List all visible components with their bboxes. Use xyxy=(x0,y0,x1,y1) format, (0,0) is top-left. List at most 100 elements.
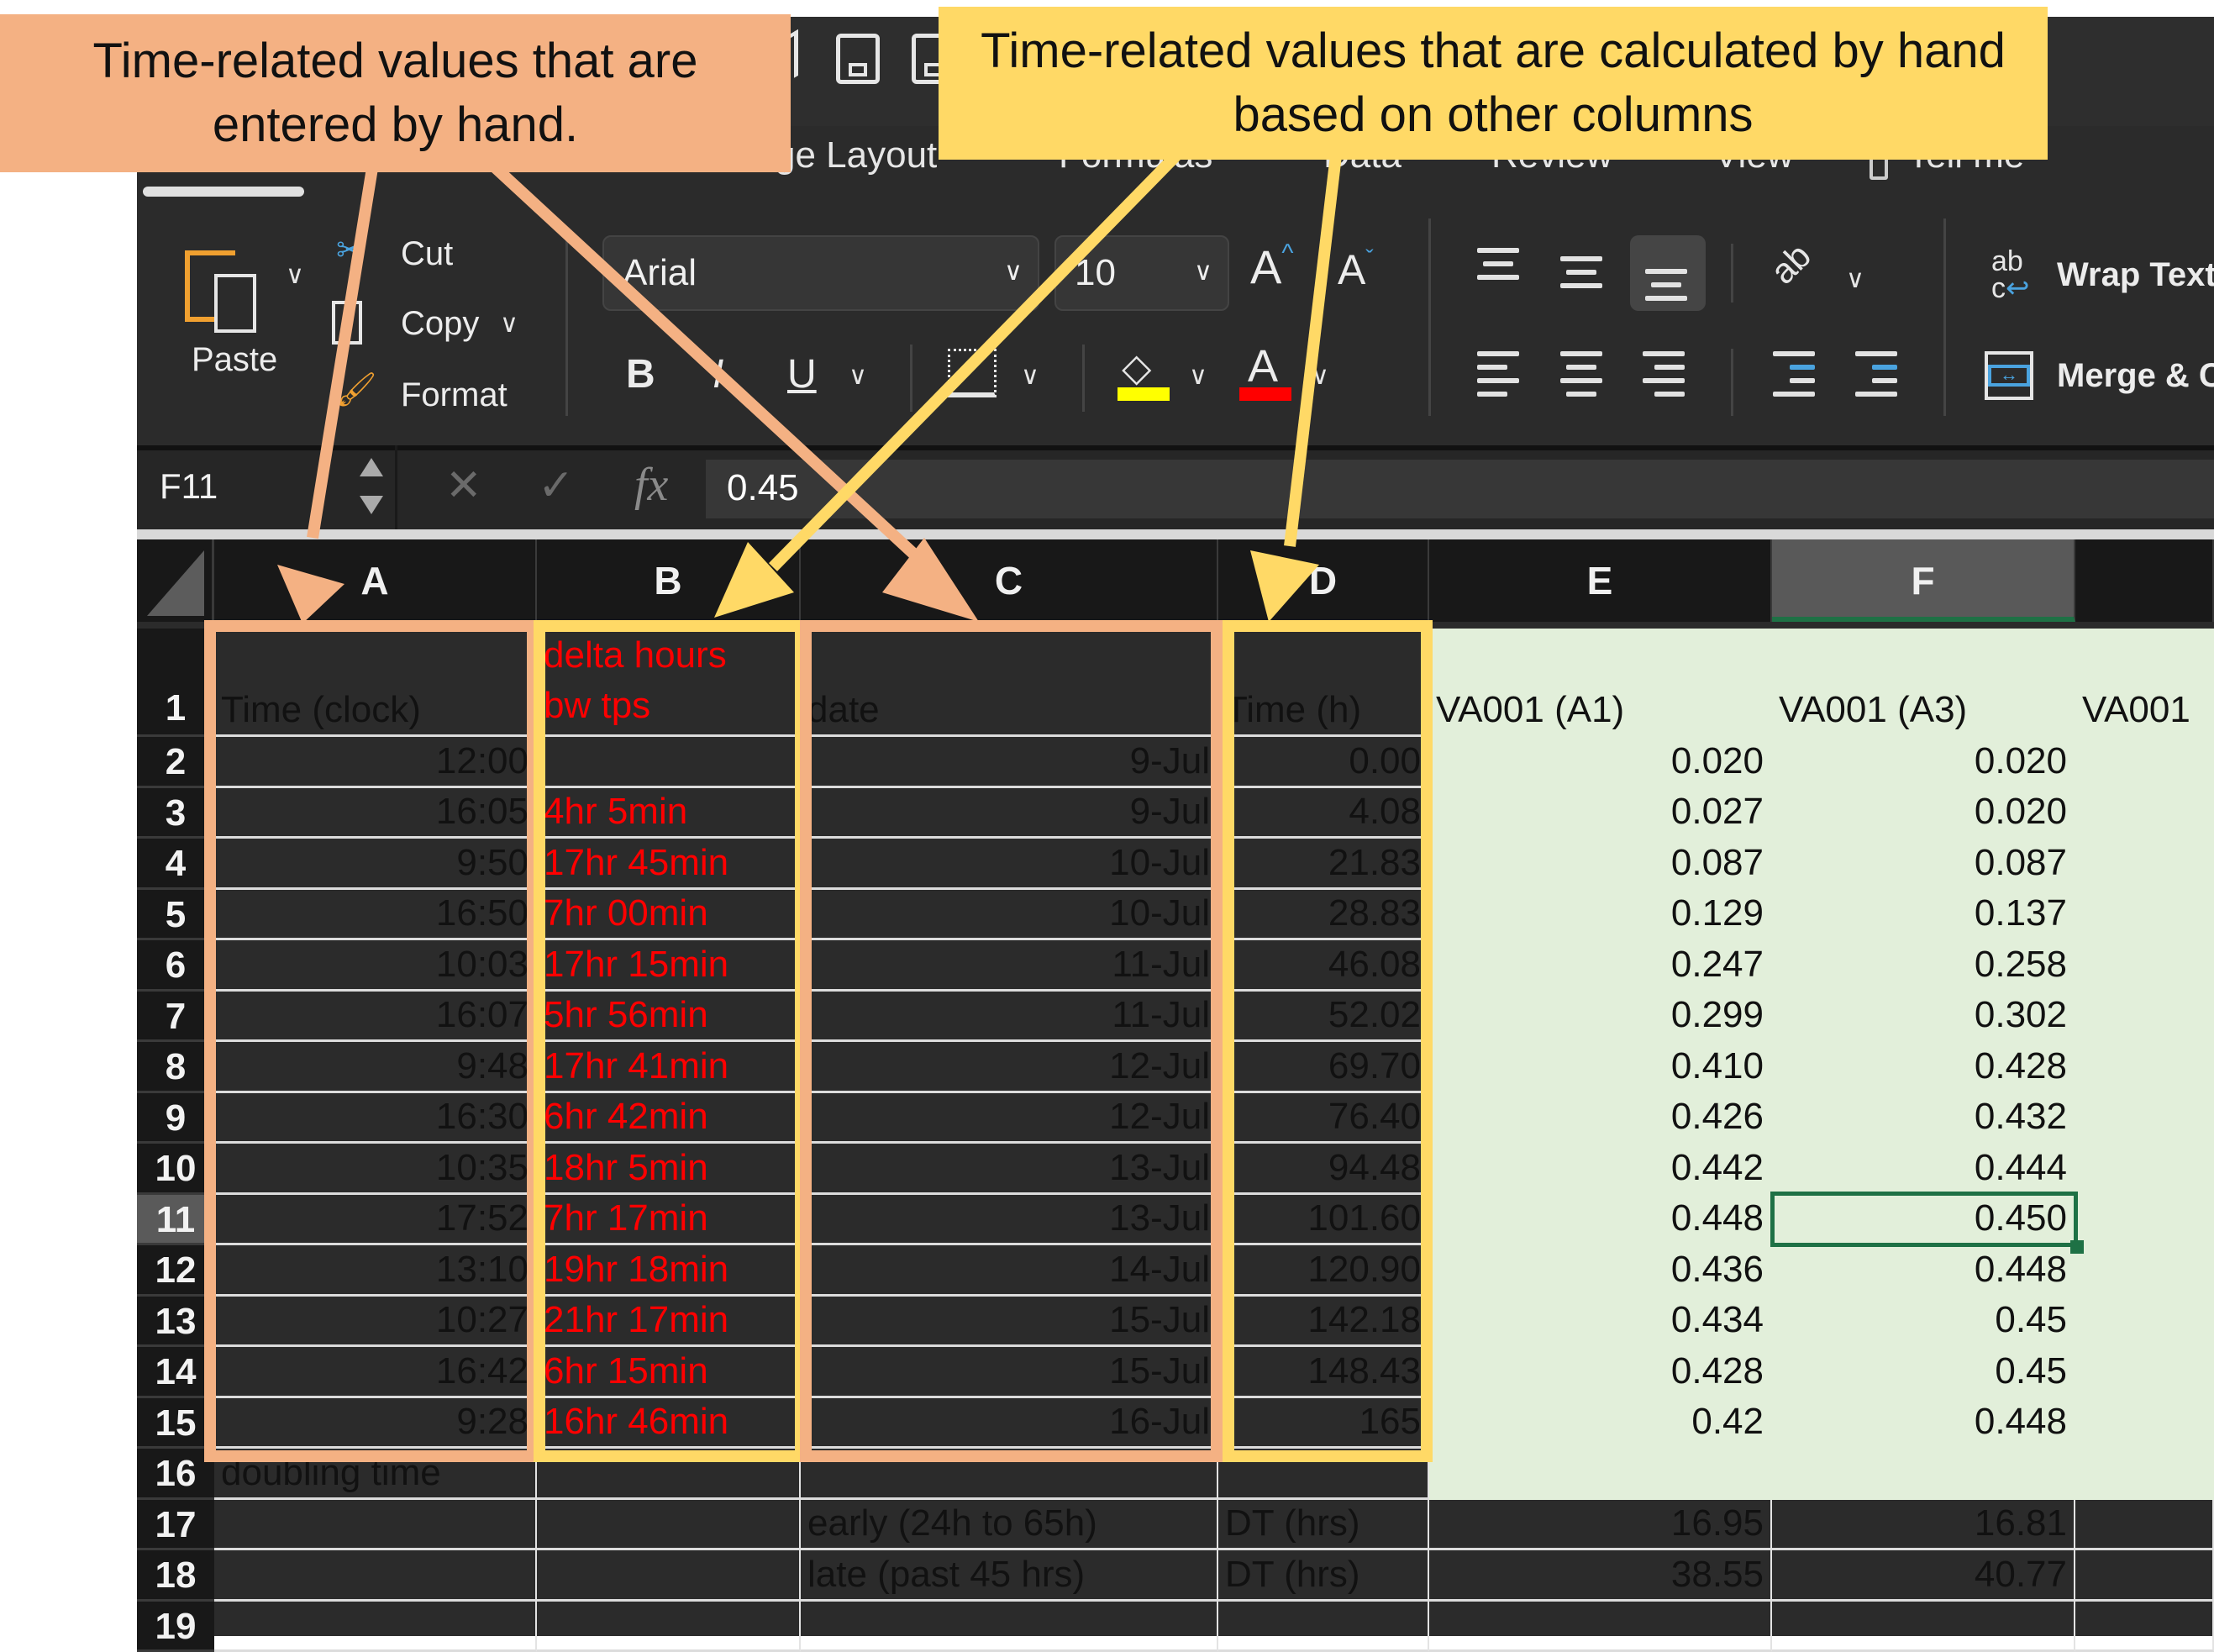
fill-color-icon[interactable]: ◇ xyxy=(1122,345,1151,390)
bold-button[interactable]: B xyxy=(626,351,655,397)
cell-b14[interactable]: 6hr 15min xyxy=(537,1347,801,1398)
cell-f6[interactable]: 0.258 xyxy=(1772,940,2075,992)
align-middle-icon[interactable] xyxy=(1560,256,1607,310)
cell-a16[interactable]: doubling time xyxy=(214,1449,537,1500)
cell-g8[interactable] xyxy=(2075,1042,2214,1093)
column-header-f[interactable]: F xyxy=(1772,539,2075,622)
cell-f4[interactable]: 0.087 xyxy=(1772,839,2075,890)
cell-c17[interactable]: early (24h to 65h) xyxy=(801,1500,1218,1551)
cell-g11[interactable] xyxy=(2075,1195,2214,1246)
column-header-b[interactable]: B xyxy=(537,539,801,622)
cell-d2[interactable]: 0.00 xyxy=(1218,737,1429,788)
cell-a9[interactable]: 16:30 xyxy=(214,1093,537,1144)
cell-e15[interactable]: 0.42 xyxy=(1429,1398,1772,1449)
cell-c9[interactable]: 12-Jul xyxy=(801,1093,1218,1144)
cell-a5[interactable]: 16:50 xyxy=(214,890,537,941)
decrease-indent-icon[interactable] xyxy=(1773,351,1820,405)
row-header-5[interactable]: 5 xyxy=(137,890,214,941)
cell-a18[interactable] xyxy=(214,1550,537,1602)
cell-d13[interactable]: 142.18 xyxy=(1218,1297,1429,1348)
column-header-g[interactable] xyxy=(2075,539,2214,622)
cancel-icon[interactable]: ✕ xyxy=(445,460,482,511)
cell-d4[interactable]: 21.83 xyxy=(1218,839,1429,890)
cell-d3[interactable]: 4.08 xyxy=(1218,788,1429,839)
fill-handle[interactable] xyxy=(2070,1240,2084,1254)
cell-g3[interactable] xyxy=(2075,788,2214,839)
cell-g2[interactable] xyxy=(2075,737,2214,788)
cell-g7[interactable] xyxy=(2075,992,2214,1043)
cell-g17[interactable] xyxy=(2075,1500,2214,1551)
font-color-dropdown-chevron[interactable]: ∨ xyxy=(1311,361,1329,391)
align-center-icon[interactable] xyxy=(1560,351,1607,405)
save-icon[interactable] xyxy=(836,34,880,84)
cell-e3[interactable]: 0.027 xyxy=(1429,788,1772,839)
tab-page-layout[interactable]: ge Layout xyxy=(775,134,937,176)
cell-d19[interactable] xyxy=(1218,1602,1429,1652)
cell-b6[interactable]: 17hr 15min xyxy=(537,940,801,992)
cell-d15[interactable]: 165 xyxy=(1218,1398,1429,1449)
copy-dropdown-chevron[interactable]: ∨ xyxy=(500,309,518,339)
fill-color-dropdown-chevron[interactable]: ∨ xyxy=(1189,361,1207,391)
row-header-2[interactable]: 2 xyxy=(137,737,214,788)
cell-f18[interactable]: 40.77 xyxy=(1772,1550,2075,1602)
cell-b2[interactable] xyxy=(537,737,801,788)
column-header-e[interactable]: E xyxy=(1429,539,1772,622)
cell-f12[interactable]: 0.448 xyxy=(1772,1245,2075,1297)
cell-b10[interactable]: 18hr 5min xyxy=(537,1144,801,1195)
cell-a11[interactable]: 17:52 xyxy=(214,1195,537,1246)
column-header-c[interactable]: C xyxy=(801,539,1218,622)
cell-g12[interactable] xyxy=(2075,1245,2214,1297)
cell-a17[interactable] xyxy=(214,1500,537,1551)
cell-a10[interactable]: 10:35 xyxy=(214,1144,537,1195)
format-painter-button[interactable]: Format xyxy=(401,376,507,414)
italic-button[interactable]: I xyxy=(713,351,723,397)
cell-d7[interactable]: 52.02 xyxy=(1218,992,1429,1043)
cell-b18[interactable] xyxy=(537,1550,801,1602)
cell-b5[interactable]: 7hr 00min xyxy=(537,890,801,941)
cell-g10[interactable] xyxy=(2075,1144,2214,1195)
underline-button[interactable]: U xyxy=(787,351,817,397)
cell-b4[interactable]: 17hr 45min xyxy=(537,839,801,890)
cell-b3[interactable]: 4hr 5min xyxy=(537,788,801,839)
cell-c18[interactable]: late (past 45 hrs) xyxy=(801,1550,1218,1602)
column-header-d[interactable]: D xyxy=(1218,539,1429,622)
cell-d12[interactable]: 120.90 xyxy=(1218,1245,1429,1297)
row-header-18[interactable]: 18 xyxy=(137,1550,214,1602)
cell-e12[interactable]: 0.436 xyxy=(1429,1245,1772,1297)
cell-d17[interactable]: DT (hrs) xyxy=(1218,1500,1429,1551)
cell-g5[interactable] xyxy=(2075,890,2214,941)
align-top-icon[interactable] xyxy=(1477,248,1524,302)
cell-f16[interactable] xyxy=(1772,1449,2075,1500)
merge-center-button[interactable]: Merge & C xyxy=(2057,357,2214,395)
cell-b17[interactable] xyxy=(537,1500,801,1551)
cell-b16[interactable] xyxy=(537,1449,801,1500)
row-header-12[interactable]: 12 xyxy=(137,1245,214,1297)
cell-d14[interactable]: 148.43 xyxy=(1218,1347,1429,1398)
cell-a3[interactable]: 16:05 xyxy=(214,788,537,839)
row-header-4[interactable]: 4 xyxy=(137,839,214,890)
cell-c8[interactable]: 12-Jul xyxy=(801,1042,1218,1093)
row-header-9[interactable]: 9 xyxy=(137,1093,214,1144)
cell-e9[interactable]: 0.426 xyxy=(1429,1093,1772,1144)
cell-f5[interactable]: 0.137 xyxy=(1772,890,2075,941)
cell-d16[interactable] xyxy=(1218,1449,1429,1500)
cell-f9[interactable]: 0.432 xyxy=(1772,1093,2075,1144)
cell-g6[interactable] xyxy=(2075,940,2214,992)
decrease-font-button[interactable]: Aˇ xyxy=(1338,245,1374,294)
cell-f15[interactable]: 0.448 xyxy=(1772,1398,2075,1449)
cell-c13[interactable]: 15-Jul xyxy=(801,1297,1218,1348)
cell-c14[interactable]: 15-Jul xyxy=(801,1347,1218,1398)
cell-a13[interactable]: 10:27 xyxy=(214,1297,537,1348)
increase-indent-icon[interactable] xyxy=(1855,351,1902,405)
cell-c5[interactable]: 10-Jul xyxy=(801,890,1218,941)
cell-g1[interactable]: VA001 xyxy=(2075,629,2214,737)
cell-a8[interactable]: 9:48 xyxy=(214,1042,537,1093)
row-header-11[interactable]: 11 xyxy=(137,1195,214,1246)
cell-a7[interactable]: 16:07 xyxy=(214,992,537,1043)
align-left-icon[interactable] xyxy=(1477,351,1524,405)
row-header-13[interactable]: 13 xyxy=(137,1297,214,1348)
cell-c6[interactable]: 11-Jul xyxy=(801,940,1218,992)
row-header-8[interactable]: 8 xyxy=(137,1042,214,1093)
cut-button[interactable]: Cut xyxy=(401,235,453,273)
cell-e11[interactable]: 0.448 xyxy=(1429,1195,1772,1246)
